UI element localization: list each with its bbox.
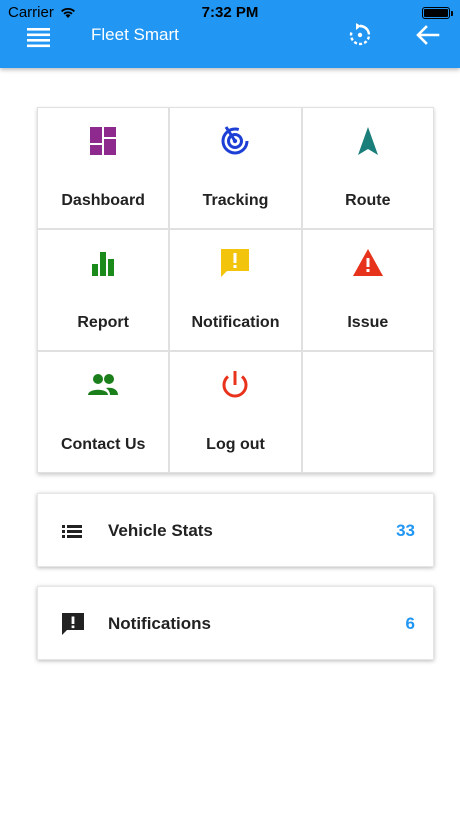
tile-label: Report bbox=[77, 314, 129, 331]
tile-contact[interactable]: Contact Us bbox=[38, 352, 169, 472]
tile-route[interactable]: Route bbox=[302, 108, 433, 228]
notifications-label: Notifications bbox=[108, 614, 211, 633]
refresh-icon[interactable] bbox=[347, 22, 373, 48]
feedback-icon bbox=[62, 613, 84, 635]
tile-label: Route bbox=[345, 192, 391, 209]
alert-message-icon bbox=[221, 249, 250, 277]
tile-logout[interactable]: Log out bbox=[170, 352, 301, 472]
people-icon bbox=[88, 374, 119, 395]
warning-icon bbox=[352, 249, 383, 276]
tile-notification[interactable]: Notification bbox=[170, 230, 301, 350]
power-icon bbox=[223, 371, 248, 398]
tile-label: Notification bbox=[191, 314, 280, 331]
battery-icon bbox=[422, 7, 453, 19]
status-time: 7:32 PM bbox=[201, 4, 259, 21]
bar-chart-icon bbox=[92, 252, 115, 276]
tile-label: Dashboard bbox=[61, 192, 145, 209]
notifications-count: 6 bbox=[405, 614, 415, 633]
radar-icon bbox=[221, 126, 249, 155]
vehicle-stats-count: 33 bbox=[396, 521, 415, 540]
tile-label: Tracking bbox=[202, 192, 269, 209]
menu-icon[interactable] bbox=[26, 24, 52, 50]
tile-empty bbox=[302, 352, 433, 472]
vehicle-stats-card[interactable]: Vehicle Stats 33 bbox=[37, 493, 434, 567]
app-title: Fleet Smart bbox=[91, 25, 179, 44]
back-arrow-icon[interactable] bbox=[414, 22, 440, 48]
vehicle-stats-label: Vehicle Stats bbox=[108, 521, 213, 540]
app-header: Carrier 7:32 PM Fleet Smart bbox=[0, 0, 460, 68]
dashboard-icon bbox=[90, 127, 117, 155]
tile-report[interactable]: Report bbox=[38, 230, 169, 350]
tile-issue[interactable]: Issue bbox=[302, 230, 433, 350]
menu-grid: Dashboard Tracking Route Report Notifica… bbox=[37, 107, 434, 473]
tile-label: Log out bbox=[206, 436, 265, 453]
tile-dashboard[interactable]: Dashboard bbox=[38, 108, 169, 228]
tile-tracking[interactable]: Tracking bbox=[170, 108, 301, 228]
toolbar: Fleet Smart bbox=[0, 22, 460, 68]
notifications-card[interactable]: Notifications 6 bbox=[37, 586, 434, 660]
list-icon bbox=[62, 525, 82, 538]
tile-label: Issue bbox=[347, 314, 389, 331]
navigation-arrow-icon bbox=[357, 127, 378, 155]
tile-label: Contact Us bbox=[60, 436, 146, 453]
